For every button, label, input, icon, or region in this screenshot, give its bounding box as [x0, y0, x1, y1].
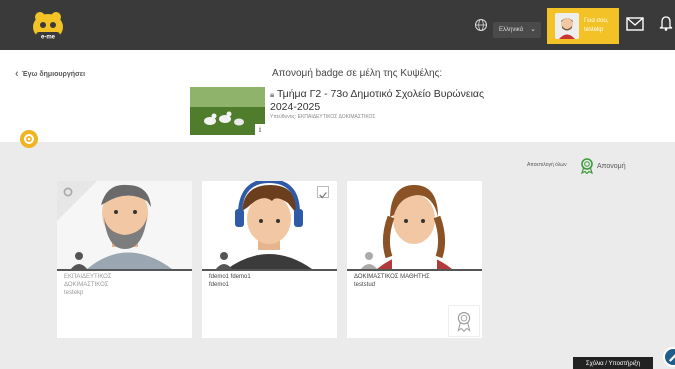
member-card[interactable]: ΕΚΠΑΙΔΕΥΤΙΚΟΣ ΔΟΚΙΜΑΣΤΙΚΟΣ testekp	[57, 181, 192, 338]
mail-icon[interactable]	[626, 17, 644, 31]
pencil-icon	[669, 354, 675, 362]
card-divider	[202, 269, 337, 271]
settings-button[interactable]	[20, 130, 38, 148]
user-icon	[361, 252, 377, 269]
top-bar: e-me Ελληνικά ⌄ Γεια σου, testekp	[0, 0, 675, 50]
floating-action-button[interactable]	[663, 347, 675, 367]
award-label: Απονομή	[597, 162, 626, 170]
award-button[interactable]: Απονομή	[580, 158, 626, 174]
card-divider	[57, 269, 192, 271]
award-icon	[457, 312, 471, 332]
lock-icon: 🔒︎	[270, 90, 275, 99]
checkmark-icon	[319, 192, 327, 199]
chevron-down-icon: ⌄	[530, 26, 536, 33]
back-link[interactable]: ‹ Έγω δημιουργήσει	[15, 68, 85, 80]
member-card[interactable]: ΔΟΚΙΜΑΣΤΙΚΟΣ ΜΑΘΗΤΗΣ teststud	[347, 181, 482, 338]
chevron-left-icon: ‹	[15, 68, 19, 80]
user-greeting: Γεια σου, testekp	[584, 18, 609, 33]
avatar	[555, 13, 579, 39]
feedback-support-button[interactable]: Σχόλια / Υποστήριξη	[573, 357, 653, 369]
badge-slot	[448, 305, 480, 337]
logo-text: e-me	[41, 35, 56, 41]
member-card[interactable]: fdemo1 fdemo1 fdemo1	[202, 181, 337, 338]
language-label: Ελληνικά	[499, 27, 524, 33]
responsible-teacher: Υπεύθυνος: ΕΚΠΑΙΔΕΥΤΙΚΟΣ ΔΟΚΙΜΑΣΤΙΚΟΣ	[270, 114, 376, 120]
info-button[interactable]: i	[255, 124, 265, 135]
page-title: Απονομή badge σε μέλη της Κυψέλης:	[272, 68, 443, 79]
card-divider	[347, 269, 482, 271]
user-icon	[71, 252, 87, 269]
gear-icon	[24, 134, 34, 144]
language-select[interactable]: Ελληνικά ⌄	[493, 22, 541, 38]
bell-icon[interactable]	[659, 15, 673, 31]
globe-icon[interactable]	[474, 18, 488, 32]
selection-checkbox[interactable]	[317, 186, 329, 199]
user-icon	[216, 252, 232, 269]
class-name: 🔒︎ Τμήμα Γ2 - 73ο Δημοτικό Σχολείο Βυρών…	[270, 88, 485, 113]
member-info: fdemo1 fdemo1 fdemo1	[209, 274, 251, 288]
user-menu[interactable]: Γεια σου, testekp	[547, 8, 619, 44]
member-info: ΔΟΚΙΜΑΣΤΙΚΟΣ ΜΑΘΗΤΗΣ teststud	[354, 274, 430, 288]
deselect-all-link[interactable]: Αποεπιλογή όλων	[527, 162, 567, 168]
award-icon	[581, 158, 593, 174]
back-label: Έγω δημιουργήσει	[21, 70, 86, 78]
class-image: i	[190, 87, 265, 135]
eme-logo[interactable]: e-me	[30, 9, 66, 43]
gear-icon	[63, 187, 73, 197]
member-info: ΕΚΠΑΙΔΕΥΤΙΚΟΣ ΔΟΚΙΜΑΣΤΙΚΟΣ testekp	[64, 274, 112, 296]
